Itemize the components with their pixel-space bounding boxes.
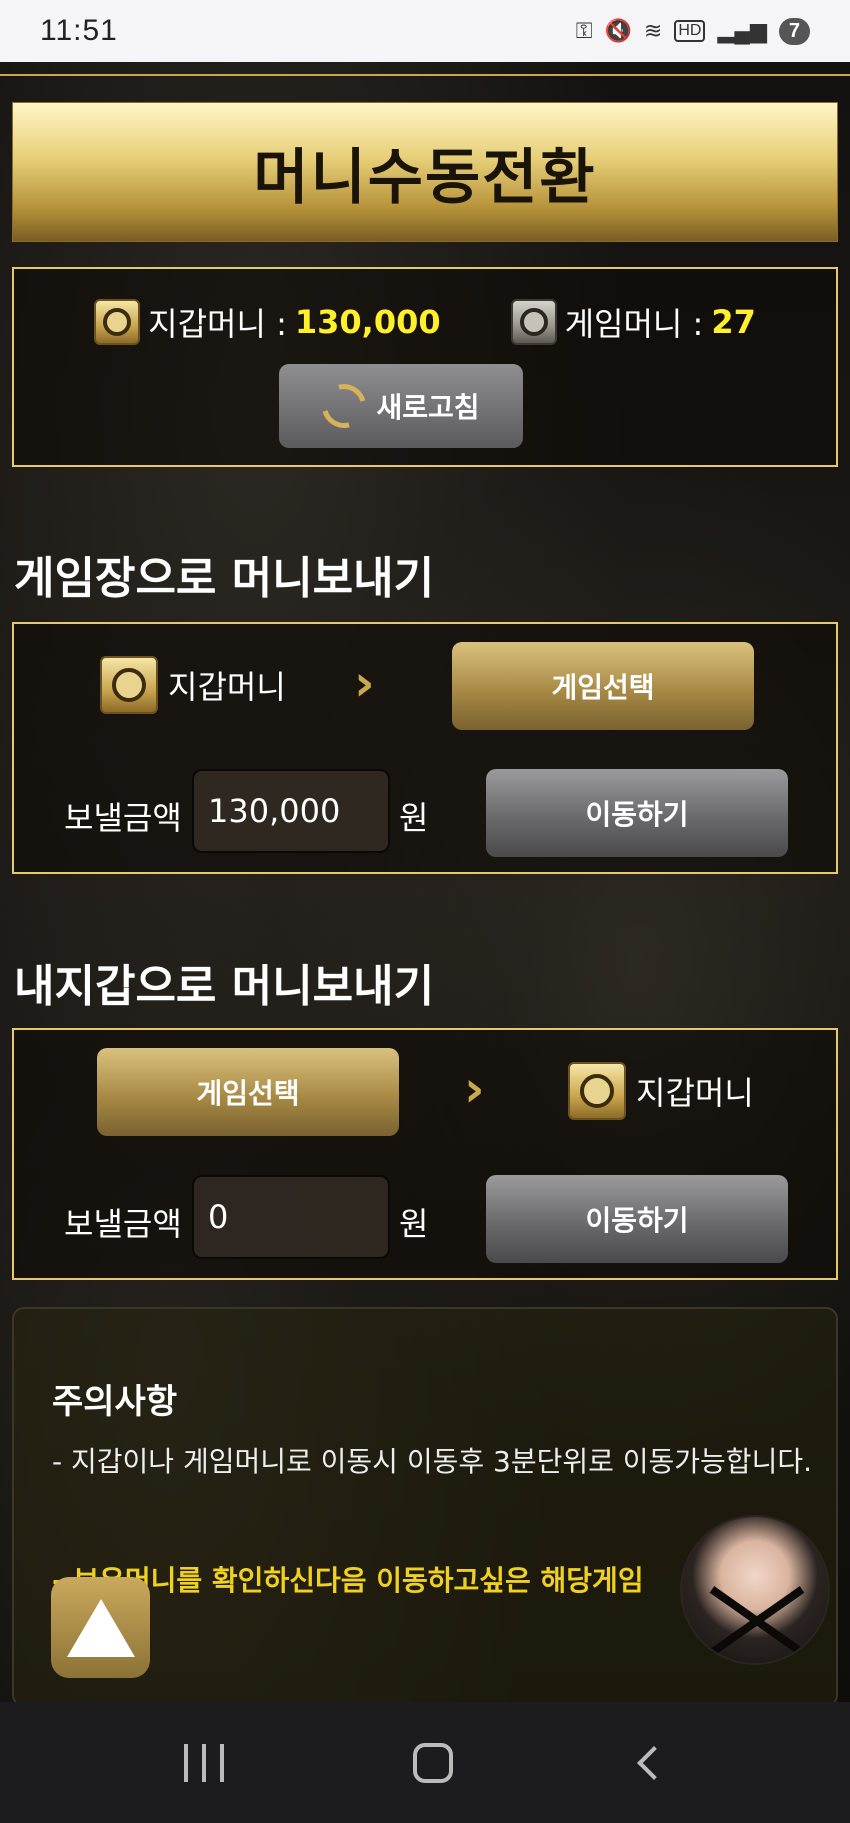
chevron-right-icon: › [354, 654, 375, 712]
amount-input[interactable] [192, 769, 390, 853]
wallet-balance-value: 130,000 [294, 303, 441, 341]
refresh-icon [314, 375, 375, 437]
to-wallet-row-select: 게임선택 › 지갑머니 [14, 1048, 836, 1138]
page-title-banner: 머니수동전환 [12, 102, 838, 242]
move-button[interactable]: 이동하기 [486, 769, 788, 857]
game-balance-label: 게임머니 : [564, 305, 704, 343]
to-game-panel: 지갑머니 › 게임선택 보낼금액 원 이동하기 [12, 622, 838, 874]
target-wallet: 지갑머니 [568, 1062, 754, 1120]
currency-unit: 원 [399, 1205, 429, 1243]
section-title-to-wallet: 내지갑으로 머니보내기 [14, 961, 435, 1012]
game-balance: 게임머니 : 27 [510, 299, 756, 345]
section-title-to-game: 게임장으로 머니보내기 [14, 553, 435, 604]
recent-apps-icon[interactable] [184, 1743, 225, 1782]
wifi-icon: ≋ [643, 18, 663, 43]
top-divider [0, 74, 850, 76]
balance-row: 지갑머니 : 130,000 게임머니 : 27 [14, 299, 836, 345]
move-button-label: 이동하기 [585, 798, 689, 831]
currency-unit: 원 [399, 799, 429, 837]
game-select-button[interactable]: 게임선택 [452, 642, 754, 730]
source-wallet: 지갑머니 [100, 656, 286, 714]
game-select-label: 게임선택 [551, 671, 655, 704]
to-game-row-select: 지갑머니 › 게임선택 [14, 642, 836, 732]
move-button[interactable]: 이동하기 [486, 1175, 788, 1263]
battery-icon: 7 [778, 17, 810, 45]
notice-title: 주의사항 [52, 1382, 178, 1422]
safe-icon [94, 299, 141, 345]
amount-input[interactable] [192, 1175, 390, 1259]
to-wallet-panel: 게임선택 › 지갑머니 보낼금액 원 이동하기 [12, 1028, 838, 1280]
wallet-balance: 지갑머니 : 130,000 [94, 299, 441, 345]
refresh-button[interactable]: 새로고침 [279, 364, 523, 448]
move-button-label: 이동하기 [585, 1204, 689, 1237]
status-time: 11:51 [40, 14, 118, 47]
game-select-button[interactable]: 게임선택 [97, 1048, 399, 1136]
mute-icon: 🔇 [604, 18, 632, 43]
to-wallet-row-amount: 보낼금액 원 이동하기 [14, 1175, 836, 1265]
chevron-right-icon: › [464, 1060, 485, 1118]
notice-line-1: - 지갑이나 게임머니로 이동시 이동후 3분단위로 이동가능합니다. [52, 1445, 812, 1478]
home-icon[interactable] [412, 1742, 453, 1783]
amount-label: 보낼금액 [64, 1205, 182, 1243]
safe-icon [510, 299, 557, 345]
to-game-row-amount: 보낼금액 원 이동하기 [14, 769, 836, 859]
wallet-balance-label: 지갑머니 : [148, 305, 287, 343]
page-title: 머니수동전환 [253, 142, 597, 213]
hd-icon: HD [674, 20, 706, 42]
scroll-to-top-button[interactable] [51, 1577, 150, 1678]
safe-icon [100, 656, 158, 714]
system-nav-bar [0, 1702, 850, 1823]
amount-label: 보낼금액 [64, 799, 182, 837]
support-avatar[interactable] [680, 1515, 830, 1665]
main-content: 머니수동전환 지갑머니 : 130,000 게임머니 : 27 새로고침 게임장… [0, 62, 850, 1702]
game-balance-value: 27 [711, 303, 756, 341]
source-wallet-label: 지갑머니 [168, 668, 286, 706]
balance-panel: 지갑머니 : 130,000 게임머니 : 27 새로고침 [12, 267, 838, 467]
arrow-up-icon [66, 1598, 135, 1657]
status-icons: ⚿ 🔇 ≋ HD ▂▄▆ 7 [575, 17, 810, 45]
safe-icon [568, 1062, 626, 1120]
refresh-label: 새로고침 [376, 391, 480, 424]
signal-icon: ▂▄▆ [717, 18, 767, 43]
game-select-label: 게임선택 [196, 1077, 300, 1110]
back-icon[interactable] [636, 1745, 671, 1780]
key-icon: ⚿ [575, 18, 593, 43]
target-wallet-label: 지갑머니 [636, 1074, 754, 1112]
status-bar: 11:51 ⚿ 🔇 ≋ HD ▂▄▆ 7 [0, 0, 850, 62]
